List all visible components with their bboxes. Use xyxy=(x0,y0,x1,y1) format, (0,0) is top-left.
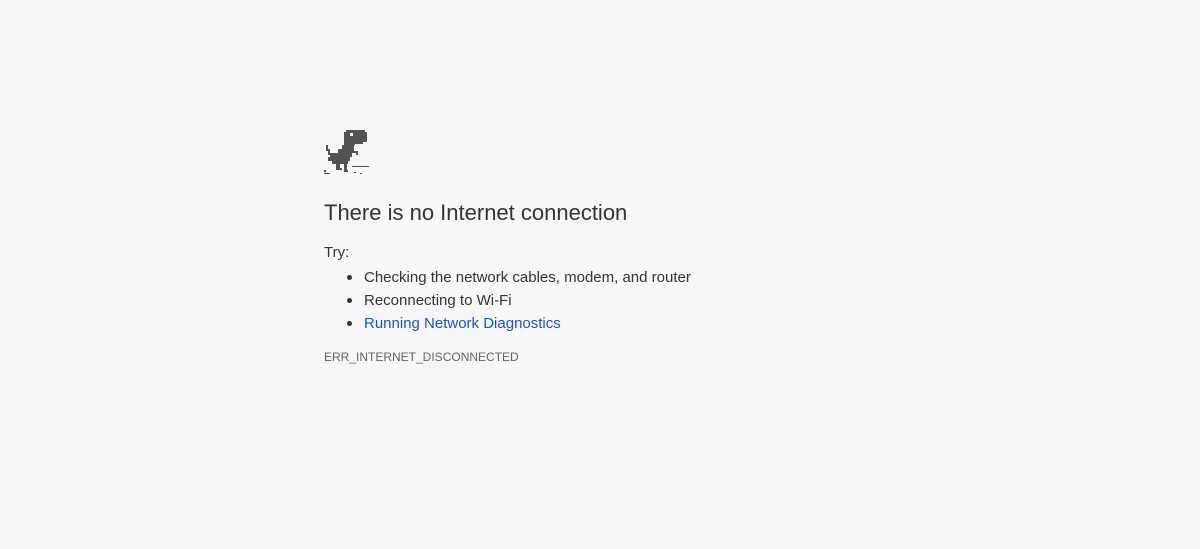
suggestion-check-cables: Checking the network cables, modem, and … xyxy=(347,266,924,289)
offline-dinosaur-icon[interactable] xyxy=(324,126,372,176)
interstitial-wrapper: There is no Internet connection Try: Che… xyxy=(324,126,924,365)
error-code: ERR_INTERNET_DISCONNECTED xyxy=(324,350,519,364)
main-message: There is no Internet connection Try: Che… xyxy=(324,200,924,365)
page-title: There is no Internet connection xyxy=(324,200,628,225)
network-diagnostics-link[interactable]: Running Network Diagnostics xyxy=(364,315,561,332)
suggestion-reconnect-wifi: Reconnecting to Wi-Fi xyxy=(347,289,924,312)
suggestion-network-diagnostics: Running Network Diagnostics xyxy=(347,312,924,335)
suggestions-list: Checking the network cables, modem, and … xyxy=(324,266,924,335)
try-label: Try: xyxy=(324,244,350,261)
